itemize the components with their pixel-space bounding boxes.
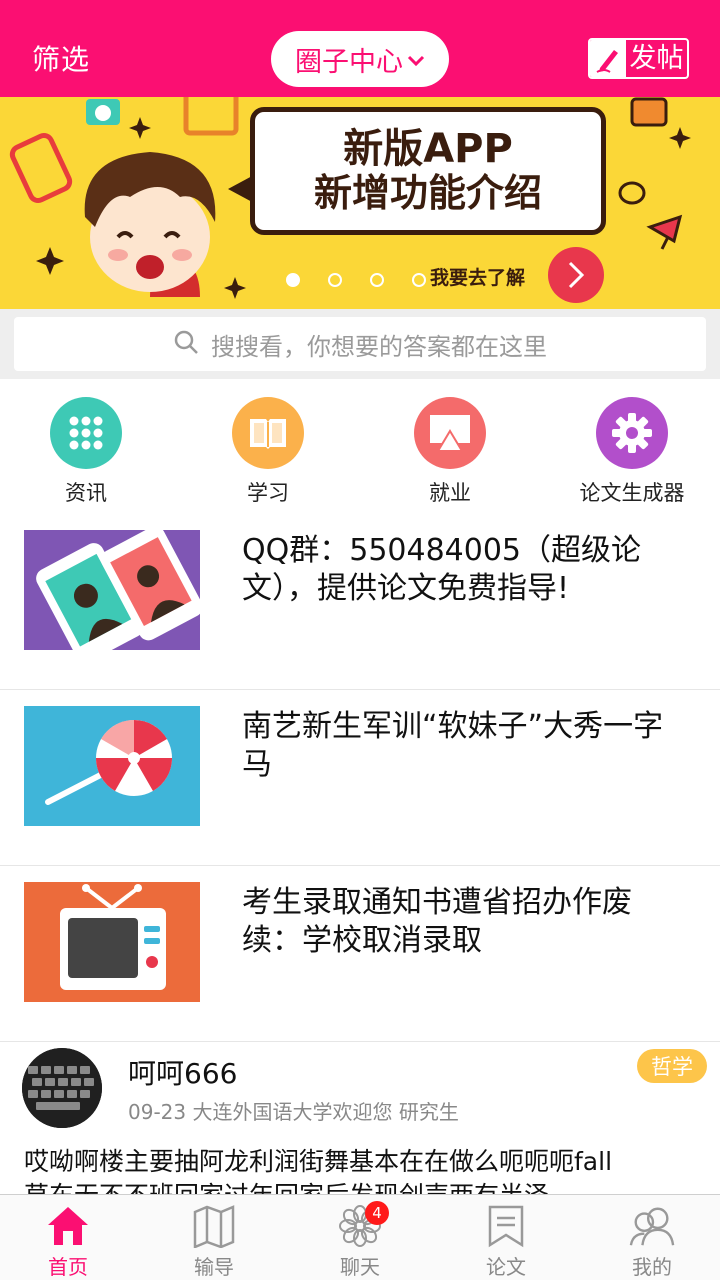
bookmark-icon — [483, 1203, 529, 1249]
news-thumbnail — [24, 706, 200, 826]
category-grid: 资讯 学习 就业 论文生成器 — [0, 379, 720, 509]
category-study[interactable]: 学习 — [193, 397, 343, 507]
tab-label: 输导 — [194, 1255, 234, 1279]
post-body: 哎呦啊楼主要抽阿龙利润街舞基本在在做么呃呃呃fall — [24, 1147, 613, 1176]
category-thesis-generator[interactable]: 论文生成器 — [557, 397, 707, 507]
category-news[interactable]: 资讯 — [11, 397, 161, 507]
category-label: 学习 — [247, 481, 289, 505]
gear-icon — [596, 397, 668, 469]
carousel-dot[interactable] — [412, 273, 426, 287]
bottom-tab-bar: 首页 输导 4 聊天 论文 我的 — [0, 1194, 720, 1280]
category-label: 就业 — [429, 481, 471, 505]
search-input[interactable]: 搜搜看，你想要的答案都在这里 — [14, 317, 706, 371]
category-career[interactable]: 就业 — [375, 397, 525, 507]
news-title: QQ群：550484005（超级论文），提供论文免费指导! — [242, 533, 642, 606]
tab-chat[interactable]: 4 聊天 — [300, 1201, 420, 1280]
chevron-right-icon[interactable] — [548, 247, 604, 303]
unread-badge: 4 — [365, 1201, 389, 1225]
filter-button[interactable]: 筛选 — [32, 38, 90, 78]
chat-flower-icon: 4 — [337, 1201, 389, 1249]
banner-cta-text[interactable]: 我要去了解 — [430, 263, 525, 290]
tab-label: 首页 — [48, 1255, 88, 1279]
news-title: 南艺新生军训“软妹子”大秀一字马 — [242, 709, 664, 782]
tab-label: 论文 — [486, 1255, 526, 1279]
news-thumbnail — [24, 530, 200, 650]
book-icon — [232, 397, 304, 469]
search-area: 搜搜看，你想要的答案都在这里 — [0, 309, 720, 379]
cartoon-boy-illustration — [9, 97, 246, 299]
pen-icon — [590, 40, 626, 77]
search-placeholder: 搜搜看，你想要的答案都在这里 — [211, 332, 547, 361]
tab-home[interactable]: 首页 — [8, 1203, 128, 1280]
decor-icons — [618, 97, 691, 250]
post-body-line2: 草东无不不班回家过年回家后发现创声两有半泽 — [24, 1179, 714, 1194]
avatar[interactable] — [22, 1048, 102, 1128]
tab-profile[interactable]: 我的 — [592, 1203, 712, 1280]
carousel-dot[interactable] — [328, 273, 342, 287]
circle-center-dropdown[interactable]: 圈子中心 — [271, 31, 449, 87]
post-meta: 09-23 大连外国语大学欢迎您 研究生 — [128, 1100, 459, 1124]
tab-label: 聊天 — [340, 1255, 380, 1279]
tab-guidance[interactable]: 输导 — [154, 1203, 274, 1280]
home-icon — [45, 1203, 91, 1249]
user-icon — [629, 1203, 675, 1249]
category-label: 论文生成器 — [579, 481, 685, 505]
post-tag[interactable]: 哲学 — [637, 1049, 707, 1083]
carousel-dot[interactable] — [370, 273, 384, 287]
banner-subheadline: 新增功能介绍 — [313, 171, 542, 216]
chevron-down-icon — [407, 48, 425, 72]
search-icon — [173, 329, 199, 359]
new-post-button[interactable]: 发帖 — [588, 38, 689, 79]
banner-headline: 新版APP — [343, 126, 513, 173]
category-label: 资讯 — [65, 481, 107, 505]
tab-thesis[interactable]: 论文 — [446, 1203, 566, 1280]
news-title: 考生录取通知书遭省招办作废续：学校取消录取 — [242, 885, 632, 958]
post-username[interactable]: 呵呵666 — [128, 1052, 237, 1092]
carousel-dot[interactable] — [286, 273, 300, 287]
tab-label: 我的 — [632, 1255, 672, 1279]
forum-post[interactable]: 呵呵666 09-23 大连外国语大学欢迎您 研究生 哲学 哎呦啊楼主要抽阿龙利… — [0, 1030, 720, 1194]
top-bar: 筛选 圈子中心 发帖 — [0, 0, 720, 97]
circle-center-label: 圈子中心 — [295, 46, 403, 78]
carousel-indicator — [286, 273, 426, 287]
new-post-label: 发帖 — [629, 43, 684, 74]
news-item[interactable]: 考生录取通知书遭省招办作废续：学校取消录取 — [0, 866, 720, 1042]
news-item[interactable]: QQ群：550484005（超级论文），提供论文免费指导! — [0, 514, 720, 690]
promo-banner[interactable]: 新版APP 新增功能介绍 我要去了解 — [0, 97, 720, 309]
news-thumbnail — [24, 882, 200, 1002]
grid-icon — [50, 397, 122, 469]
news-item[interactable]: 南艺新生军训“软妹子”大秀一字马 — [0, 690, 720, 866]
speech-bubble: 新版APP 新增功能介绍 — [250, 107, 606, 235]
map-icon — [191, 1203, 237, 1249]
monitor-icon — [414, 397, 486, 469]
